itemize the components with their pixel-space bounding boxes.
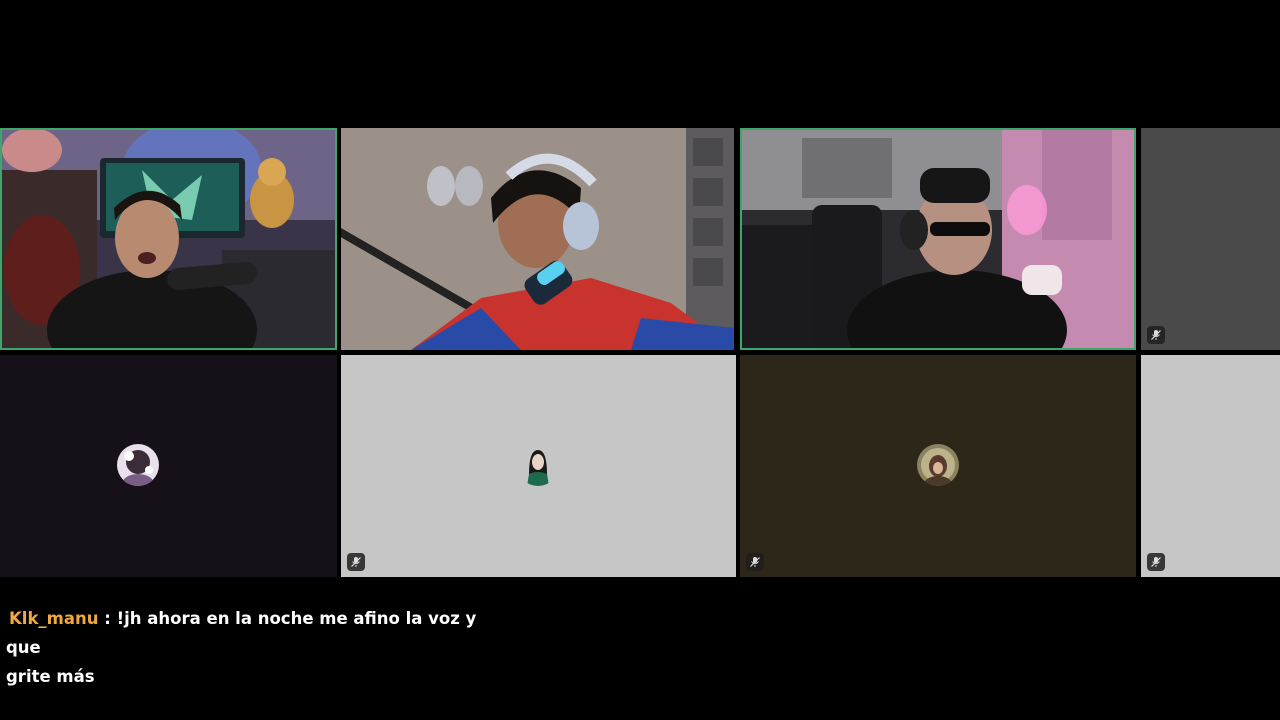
video-tile-1[interactable]: [0, 128, 337, 350]
audio-tile-2[interactable]: [341, 355, 736, 577]
audio-tile-1[interactable]: [0, 355, 337, 577]
chat-line-1: Klk_manu : !jh ahora en la noche me afin…: [6, 604, 486, 662]
participant-avatar: [117, 444, 159, 486]
video-tile-3[interactable]: [740, 128, 1136, 350]
mute-badge: [1147, 553, 1165, 571]
mic-off-icon: [1151, 330, 1161, 340]
participant-avatar: [517, 444, 559, 486]
chat-separator: :: [98, 609, 117, 628]
video-feed-3: [742, 130, 1134, 348]
mute-badge: [347, 553, 365, 571]
mic-off-icon: [1151, 557, 1161, 567]
participant-avatar: [917, 444, 959, 486]
mute-badge: [746, 553, 764, 571]
mute-badge: [1147, 326, 1165, 344]
chat-line-2: grite más: [6, 667, 95, 686]
video-feed-1: [2, 130, 335, 348]
video-tile-2[interactable]: [341, 128, 734, 350]
call-stage: Klk_manu : !jh ahora en la noche me afin…: [0, 0, 1280, 720]
audio-tile-3[interactable]: [740, 355, 1136, 577]
chat-username: Klk_manu: [9, 609, 99, 628]
video-feed-2: [341, 128, 734, 350]
mic-off-icon: [351, 557, 361, 567]
chat-message: Klk_manu : !jh ahora en la noche me afin…: [6, 604, 486, 691]
video-tile-4[interactable]: [1141, 128, 1280, 350]
mic-off-icon: [750, 557, 760, 567]
audio-tile-4[interactable]: [1141, 355, 1280, 577]
